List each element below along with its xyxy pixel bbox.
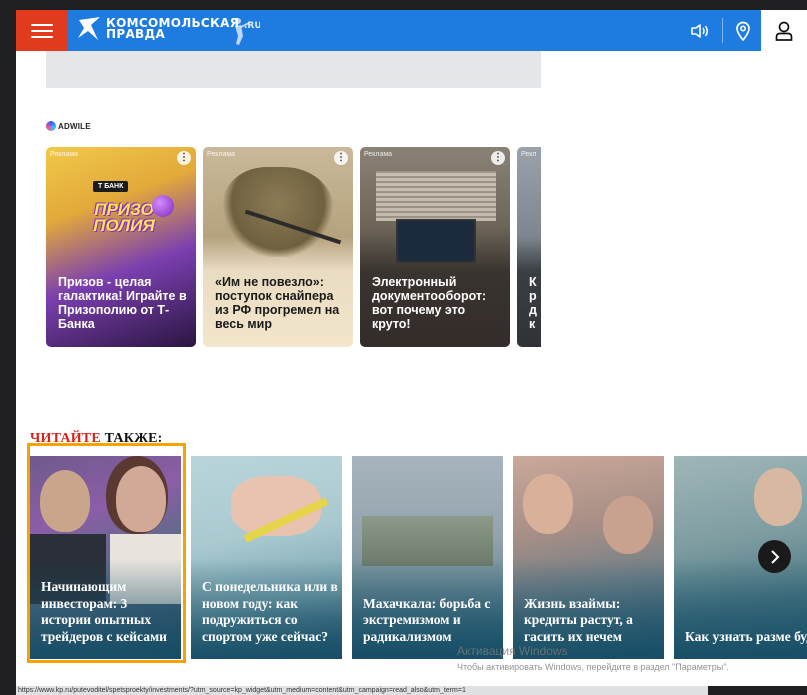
- ad-menu-icon[interactable]: ⋮: [177, 151, 191, 165]
- ad-title: К р д к: [529, 275, 537, 331]
- carousel-next-button[interactable]: [758, 540, 791, 573]
- ad-tag: Реклама: [50, 151, 79, 158]
- chevron-right-icon: [770, 549, 779, 564]
- ad-tag: Реклама: [364, 151, 393, 158]
- ad-placeholder: [46, 51, 541, 88]
- logo-ru-badge: .RU: [226, 14, 262, 53]
- ad-title: Электронный документооборот: вот почему …: [372, 275, 487, 331]
- ad-papers-shape: [376, 171, 496, 221]
- ad-title: Призов - целая галактика! Играйте в Приз…: [58, 275, 187, 331]
- article-card[interactable]: С понедельника или в новом году: как под…: [191, 456, 342, 659]
- location-pin-icon: [736, 21, 750, 41]
- ad-menu-icon[interactable]: ⋮: [334, 151, 348, 165]
- page: КОМСОМОЛЬСКАЯ ПРАВДА .RU ADWILE Т БАНК П…: [16, 10, 807, 686]
- ad-carousel: Т БАНК ПРИЗО ПОЛИЯ Реклама ⋮ Призов - це…: [46, 147, 541, 347]
- ad-monitor-shape: [396, 219, 476, 263]
- read-also-carousel: Начинающим инвесторам: 3 истории опытных…: [30, 456, 807, 659]
- site-header: КОМСОМОЛЬСКАЯ ПРАВДА .RU: [16, 10, 807, 51]
- ad-bank-badge: Т БАНК: [93, 181, 129, 192]
- menu-button[interactable]: [16, 10, 68, 51]
- article-title: С понедельника или в новом году: как под…: [202, 579, 338, 644]
- ru-emblem-icon: .RU: [235, 18, 262, 45]
- article-card[interactable]: Жизнь взаймы: кредиты растут, а гасить и…: [513, 456, 664, 659]
- status-url: https://www.kp.ru/putevoditel/spetsproek…: [16, 686, 708, 695]
- location-button[interactable]: [731, 19, 755, 43]
- speaker-icon: [691, 24, 708, 38]
- read-also-heading: ЧИТАЙТЕ ТАКЖЕ:: [30, 431, 163, 447]
- article-elder-woman-shape: [603, 496, 653, 554]
- ad-card[interactable]: Реклама ⋮ Электронный документооборот: в…: [360, 147, 510, 347]
- ad-sniper-shape: [223, 167, 333, 257]
- article-card[interactable]: Начинающим инвесторам: 3 истории опытных…: [30, 456, 181, 659]
- ad-card[interactable]: Рекл К р д к: [517, 147, 541, 347]
- article-title: Как узнать разме будущей пенсии?: [685, 628, 807, 644]
- article-person-right-shape: [116, 466, 166, 532]
- ad-title: «Им не повезло»: поступок снайпера из РФ…: [215, 275, 340, 331]
- speaker-button[interactable]: [688, 19, 712, 43]
- ad-menu-icon[interactable]: ⋮: [491, 151, 505, 165]
- logo-line2: ПРАВДА: [106, 27, 166, 41]
- windows-activation-hint: Чтобы активировать Windows, перейдите в …: [457, 662, 729, 672]
- user-icon: [775, 21, 793, 41]
- star-logo-icon: [78, 17, 100, 40]
- header-divider: [722, 18, 723, 43]
- menu-icon: [31, 23, 53, 38]
- user-account-button[interactable]: [761, 10, 807, 51]
- article-man-shape: [754, 468, 802, 526]
- ad-planet-shape: [152, 195, 174, 217]
- adwile-logo-icon: [46, 121, 56, 131]
- read-also-black: ТАКЖЕ:: [100, 431, 163, 446]
- site-logo[interactable]: КОМСОМОЛЬСКАЯ ПРАВДА: [76, 16, 239, 42]
- article-person-left-shape: [40, 470, 90, 532]
- article-card[interactable]: Махачкала: борьба с экстремизмом и радик…: [352, 456, 503, 659]
- article-elder-man-shape: [523, 474, 573, 534]
- ad-tag: Реклама: [207, 151, 236, 158]
- windows-activation-title: Активация Windows: [457, 644, 568, 658]
- article-title: Жизнь взаймы: кредиты растут, а гасить и…: [524, 595, 633, 644]
- read-also-red: ЧИТАЙТЕ: [30, 431, 101, 446]
- logo-ru-text: .RU: [244, 21, 260, 31]
- ad-tag: Рекл: [521, 151, 537, 158]
- article-title: Начинающим инвесторам: 3 истории опытных…: [41, 579, 167, 644]
- ad-card[interactable]: Т БАНК ПРИЗО ПОЛИЯ Реклама ⋮ Призов - це…: [46, 147, 196, 347]
- ad-card[interactable]: Реклама ⋮ «Им не повезло»: поступок снай…: [203, 147, 353, 347]
- adwile-brand-text: ADWILE: [58, 121, 91, 131]
- adwile-brand[interactable]: ADWILE: [46, 121, 91, 131]
- article-title: Махачкала: борьба с экстремизмом и радик…: [363, 595, 491, 644]
